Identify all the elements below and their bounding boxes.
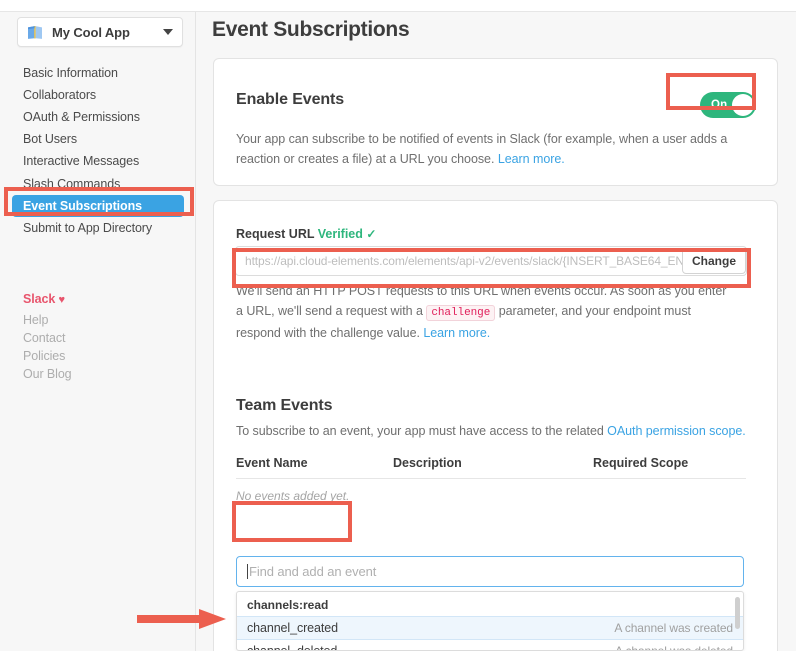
- dropdown-option-channel-deleted[interactable]: channel_deleted A channel was deleted: [237, 640, 743, 651]
- footer-link-contact[interactable]: Contact: [23, 329, 72, 347]
- page-title: Event Subscriptions: [212, 18, 410, 41]
- footer-link-help[interactable]: Help: [23, 311, 72, 329]
- enable-events-toggle[interactable]: On: [700, 92, 756, 118]
- enable-events-description: Your app can subscribe to be notified of…: [236, 129, 748, 169]
- dropdown-option-channel-created[interactable]: channel_created A channel was created: [237, 616, 743, 640]
- text-cursor: [247, 564, 248, 579]
- column-header-description: Description: [393, 456, 462, 470]
- event-options-dropdown[interactable]: channels:read channel_created A channel …: [236, 591, 744, 651]
- app-book-icon: [27, 25, 44, 40]
- dropdown-group-label: channels:read: [247, 598, 329, 612]
- request-url-label-text: Request URL: [236, 227, 318, 241]
- sidebar-item-bot-users[interactable]: Bot Users: [0, 129, 196, 151]
- enable-events-learn-more-link[interactable]: Learn more.: [498, 152, 565, 166]
- request-url-status: Verified: [317, 227, 363, 241]
- heart-icon: ♥: [58, 294, 66, 306]
- change-url-button[interactable]: Change: [681, 248, 746, 274]
- challenge-code-token: challenge: [426, 305, 496, 321]
- request-url-learn-more-link[interactable]: Learn more.: [423, 326, 490, 340]
- top-bar: [0, 0, 796, 12]
- column-header-required-scope: Required Scope: [593, 456, 689, 470]
- dropdown-scrollbar[interactable]: [735, 597, 740, 629]
- request-url-row: https://api.cloud-elements.com/elements/…: [235, 246, 747, 276]
- team-events-description: To subscribe to an event, your app must …: [236, 421, 746, 441]
- sidebar-nav: Basic Information Collaborators OAuth & …: [0, 62, 196, 240]
- column-header-event-name: Event Name: [236, 456, 308, 470]
- option-name: channel_deleted: [247, 644, 338, 651]
- enable-events-toggle-label: On: [711, 99, 728, 111]
- oauth-permission-scope-link[interactable]: OAuth permission scope.: [607, 424, 746, 438]
- table-empty-state: No events added yet.: [236, 489, 350, 503]
- toggle-knob: [732, 94, 754, 116]
- app-page: My Cool App Basic Information Collaborat…: [0, 0, 796, 651]
- slack-brand[interactable]: Slack ♥: [23, 292, 72, 306]
- sidebar: My Cool App Basic Information Collaborat…: [0, 12, 196, 651]
- app-switcher-label: My Cool App: [52, 24, 130, 40]
- table-header-row: Event Name Description Required Scope: [236, 456, 746, 478]
- enable-events-title: Enable Events: [236, 91, 345, 108]
- sidebar-item-oauth-permissions[interactable]: OAuth & Permissions: [0, 106, 196, 128]
- sidebar-item-basic-information[interactable]: Basic Information: [0, 62, 196, 84]
- event-search-input[interactable]: Find and add an event: [236, 556, 744, 587]
- footer-link-policies[interactable]: Policies: [23, 347, 72, 365]
- footer-link-our-blog[interactable]: Our Blog: [23, 365, 72, 383]
- check-icon: ✓: [366, 227, 377, 241]
- sidebar-item-submit-to-app-directory[interactable]: Submit to App Directory: [0, 217, 196, 239]
- request-url-label: Request URL Verified ✓: [236, 227, 376, 241]
- sidebar-item-interactive-messages[interactable]: Interactive Messages: [0, 151, 196, 173]
- request-url-help-text: We'll send an HTTP POST requests to this…: [236, 281, 736, 343]
- team-events-table: Event Name Description Required Scope No…: [236, 456, 746, 503]
- app-switcher[interactable]: My Cool App: [17, 17, 183, 47]
- option-name: channel_created: [247, 621, 338, 635]
- option-description: A channel was created: [614, 621, 733, 635]
- slack-brand-label: Slack: [23, 292, 56, 306]
- request-url-input[interactable]: https://api.cloud-elements.com/elements/…: [235, 246, 747, 276]
- sidebar-item-slash-commands[interactable]: Slash Commands: [0, 173, 196, 195]
- enable-events-description-text: Your app can subscribe to be notified of…: [236, 132, 728, 166]
- sidebar-item-collaborators[interactable]: Collaborators: [0, 84, 196, 106]
- enable-events-card: Enable Events Your app can subscribe to …: [213, 58, 778, 186]
- team-events-title: Team Events: [236, 397, 333, 414]
- option-description: A channel was deleted: [615, 644, 733, 651]
- chevron-down-icon: [163, 29, 173, 35]
- event-search-placeholder: Find and add an event: [249, 564, 377, 579]
- sidebar-footer: Slack ♥ Help Contact Policies Our Blog: [23, 292, 72, 383]
- team-events-description-text: To subscribe to an event, your app must …: [236, 424, 608, 438]
- sidebar-item-event-subscriptions[interactable]: Event Subscriptions: [12, 195, 184, 218]
